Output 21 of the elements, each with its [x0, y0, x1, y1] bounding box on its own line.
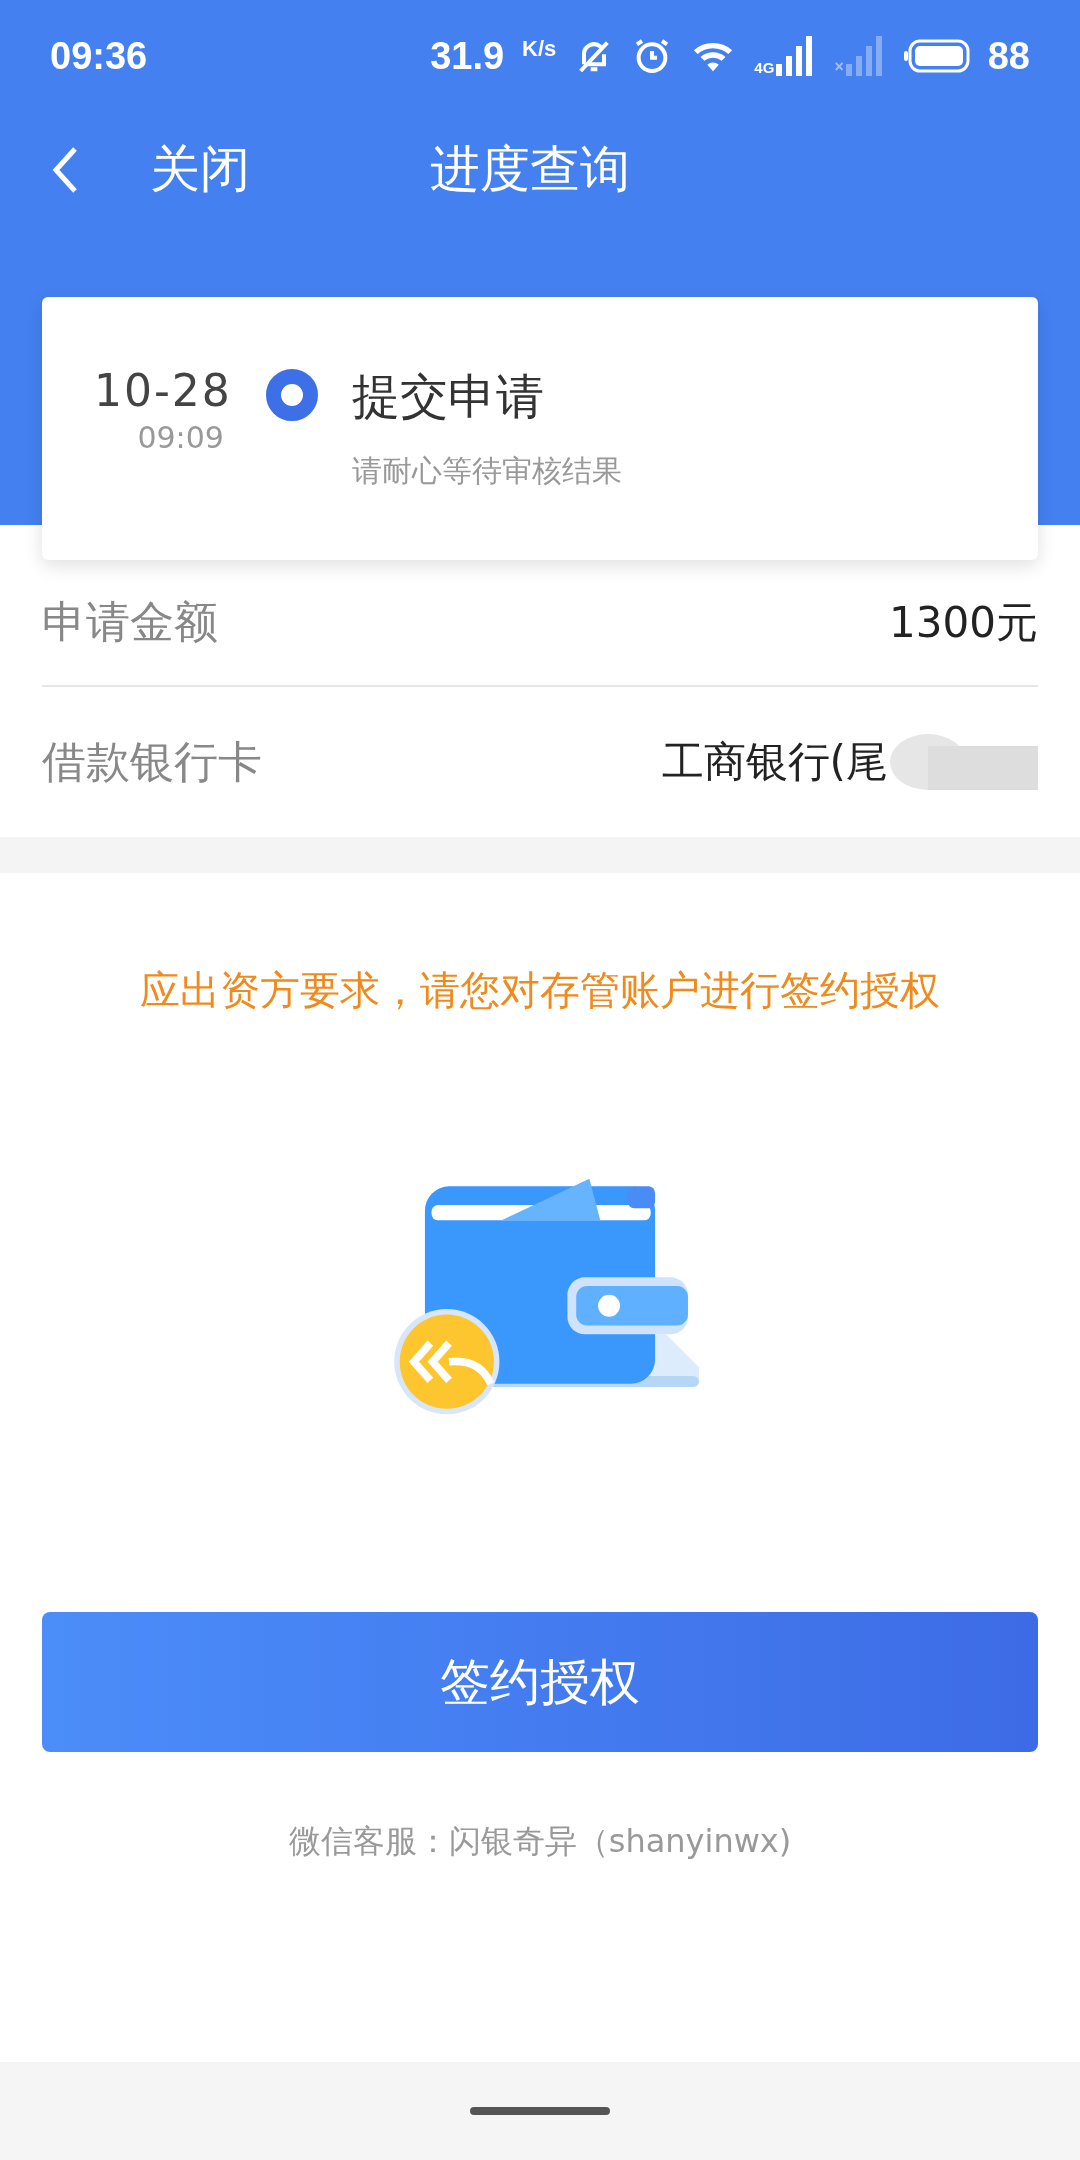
detail-value: 1300元 — [889, 596, 1038, 649]
speed-unit: K/s — [522, 36, 557, 62]
detail-label: 申请金额 — [42, 595, 218, 649]
battery-level: 88 — [987, 34, 1030, 78]
notice-text: 应出资方要求，请您对存管账户进行签约授权 — [139, 966, 941, 1015]
no-sim-mark: × — [834, 58, 844, 76]
step-time: 09:09 — [137, 420, 224, 455]
detail-value: 工商银行(尾 — [661, 736, 888, 788]
detail-label: 借款银行卡 — [42, 734, 262, 789]
back-button[interactable]: 关闭 — [50, 136, 250, 203]
step-date: 10-28 — [94, 365, 232, 416]
home-indicator[interactable] — [470, 2107, 610, 2115]
customer-service-text: 微信客服：闪银奇异（shanyinwx) — [287, 1821, 793, 1862]
step-note: 请耐心等待审核结果 — [351, 452, 622, 490]
network-type: 4G — [754, 59, 775, 76]
sign-authorize-button[interactable]: 签约授权 — [42, 1612, 1038, 1752]
network-speed: 31.9 — [430, 34, 505, 78]
step-title: 提交申请 — [351, 367, 545, 426]
battery-icon — [903, 39, 970, 73]
page-title: 进度查询 — [430, 139, 630, 200]
status-time: 09:36 — [50, 34, 148, 78]
